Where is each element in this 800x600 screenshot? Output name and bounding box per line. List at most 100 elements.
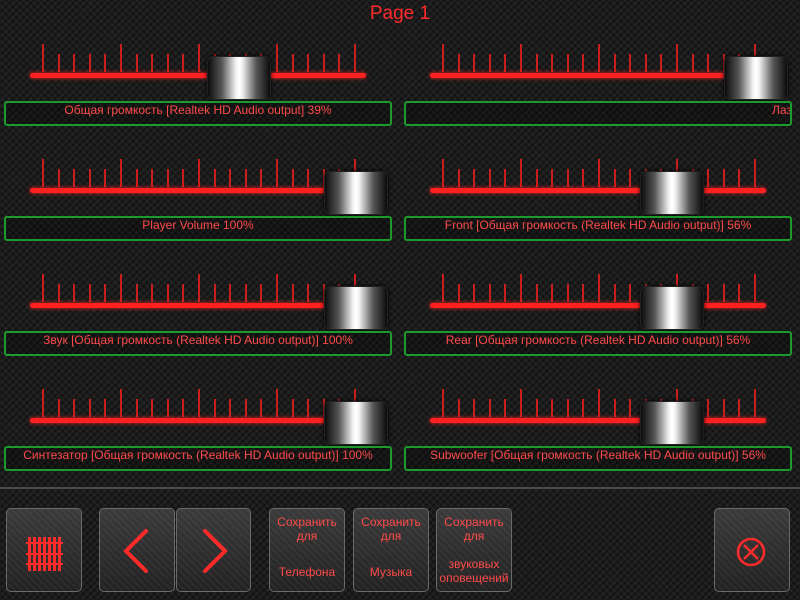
slider-tick xyxy=(307,284,310,302)
slider-sound[interactable] xyxy=(30,272,392,330)
slider-tick xyxy=(535,284,538,302)
slider-rail[interactable] xyxy=(430,303,766,308)
slider-rail[interactable] xyxy=(430,188,766,193)
slider-ticks xyxy=(430,157,792,189)
slider-tick xyxy=(291,399,294,417)
slider-tick xyxy=(520,274,522,302)
slider-thumb[interactable] xyxy=(324,171,388,215)
slider-tick xyxy=(676,44,678,72)
slider-tick xyxy=(57,169,60,187)
slider-tick xyxy=(244,399,247,417)
slider-label-box: Общая громкость [Realtek HD Audio output… xyxy=(4,101,392,126)
slider-tick xyxy=(151,284,154,302)
slider-tick xyxy=(338,54,341,72)
slider-tick xyxy=(504,54,507,72)
slider-rail[interactable] xyxy=(30,73,366,78)
slider-player-volume[interactable] xyxy=(30,157,392,215)
slider-tick xyxy=(42,389,44,417)
slider-tick xyxy=(166,399,169,417)
slider-thumb[interactable] xyxy=(206,56,271,100)
slider-thumb[interactable] xyxy=(324,286,388,330)
slider-tick xyxy=(551,169,554,187)
page-title: Page 1 xyxy=(369,3,431,24)
slider-rail[interactable] xyxy=(30,418,334,423)
slider-tick xyxy=(520,44,522,72)
slider-tick xyxy=(276,274,278,302)
slider-thumb[interactable] xyxy=(324,401,388,445)
equalizer-button[interactable] xyxy=(6,508,82,592)
slider-tick xyxy=(213,284,216,302)
slider-tick xyxy=(88,399,91,417)
slider-label-box: Звук [Общая громкость (Realtek HD Audio … xyxy=(4,331,392,356)
button-label-line: Сохранить xyxy=(444,515,504,529)
close-circle-icon xyxy=(736,537,766,567)
slider-front[interactable] xyxy=(430,157,792,215)
slider-thumb[interactable] xyxy=(724,56,788,100)
slider-label: Subwoofer [Общая громкость (Realtek HD A… xyxy=(430,448,766,462)
previous-page-button[interactable] xyxy=(99,508,175,592)
slider-tick xyxy=(276,159,278,187)
slider-tick xyxy=(442,159,444,187)
slider-subwoofer[interactable] xyxy=(430,387,792,445)
slider-tick xyxy=(182,399,185,417)
slider-tick xyxy=(42,44,44,72)
slider-tick xyxy=(722,284,725,302)
slider-tick xyxy=(473,399,476,417)
button-label-line: Сохранить xyxy=(361,515,421,529)
slider-rail[interactable] xyxy=(430,418,766,423)
slider-tick xyxy=(551,54,554,72)
slider-tick xyxy=(213,169,216,187)
slider-tick xyxy=(660,54,663,72)
slider-label: Общая громкость [Realtek HD Audio output… xyxy=(64,103,332,117)
chevron-right-icon xyxy=(203,529,228,573)
slider-thumb[interactable] xyxy=(639,401,704,445)
divider xyxy=(0,487,800,489)
close-button[interactable] xyxy=(714,508,790,592)
slider-master-volume[interactable] xyxy=(30,42,392,100)
slider-tick xyxy=(73,54,76,72)
slider-thumb[interactable] xyxy=(639,171,704,215)
slider-synth[interactable] xyxy=(30,387,392,445)
slider-tick xyxy=(135,169,138,187)
slider-tick xyxy=(166,169,169,187)
slider-tick xyxy=(198,389,200,417)
button-label-line: звуковых xyxy=(448,557,500,571)
slider-rail[interactable] xyxy=(30,303,334,308)
slider-tick xyxy=(260,169,263,187)
slider-label: Player Volume 100% xyxy=(142,218,254,232)
slider-tick xyxy=(151,54,154,72)
slider-rail[interactable] xyxy=(430,73,734,78)
slider-tick xyxy=(104,284,107,302)
slider-tick xyxy=(442,44,444,72)
slider-rail[interactable] xyxy=(30,188,334,193)
slider-tick xyxy=(120,274,122,302)
slider-tick xyxy=(442,274,444,302)
save-for-phone-button[interactable]: Сохранить для Телефона xyxy=(269,508,345,592)
slider-tick xyxy=(535,399,538,417)
save-for-music-button[interactable]: Сохранить для Музыка xyxy=(353,508,429,592)
slider-tick xyxy=(57,54,60,72)
slider-tick xyxy=(504,284,507,302)
slider-tick xyxy=(73,399,76,417)
slider-thumb[interactable] xyxy=(639,286,704,330)
slider-tick xyxy=(244,169,247,187)
slider-tick xyxy=(613,399,616,417)
slider-tick xyxy=(488,169,491,187)
button-label-line: для xyxy=(296,529,318,543)
button-label-line: для xyxy=(463,529,485,543)
slider-tick xyxy=(57,284,60,302)
slider-tick xyxy=(88,284,91,302)
next-page-button[interactable] xyxy=(176,508,251,592)
slider-tick xyxy=(504,169,507,187)
slider-tick xyxy=(473,54,476,72)
slider-laz[interactable] xyxy=(430,42,792,100)
slider-tick xyxy=(354,44,356,72)
slider-tick xyxy=(488,284,491,302)
slider-tick xyxy=(566,54,569,72)
save-for-alerts-button[interactable]: Сохранить для звуковых оповещений xyxy=(436,508,512,592)
slider-label-box: Player Volume 100% xyxy=(4,216,392,241)
slider-tick xyxy=(307,54,310,72)
slider-tick xyxy=(566,284,569,302)
slider-tick xyxy=(198,159,200,187)
slider-rear[interactable] xyxy=(430,272,792,330)
